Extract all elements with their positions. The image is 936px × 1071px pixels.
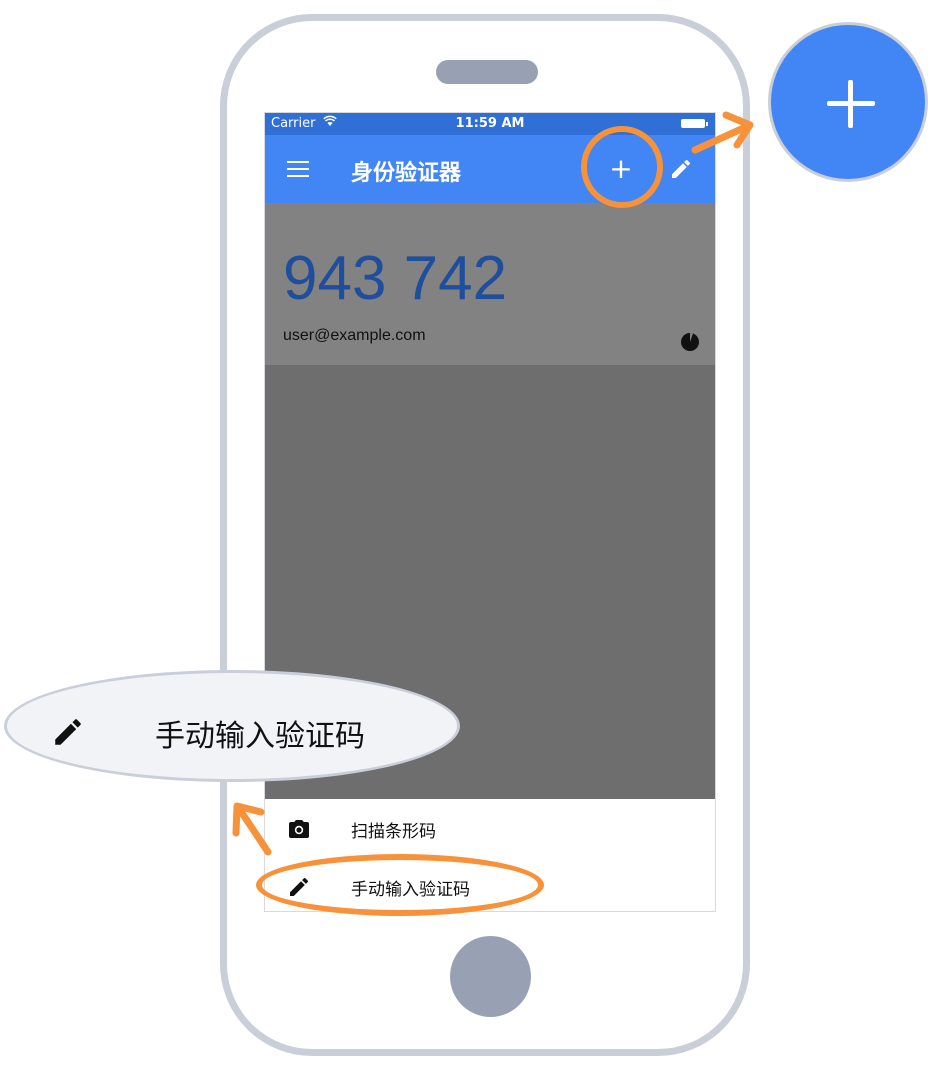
camera-icon xyxy=(287,817,311,841)
scan-barcode-label: 扫描条形码 xyxy=(351,822,436,842)
account-email: user@example.com xyxy=(283,327,426,344)
battery-icon xyxy=(681,119,708,128)
home-button[interactable] xyxy=(450,936,531,1017)
code-card[interactable]: 943 742 user@example.com xyxy=(265,203,715,365)
manual-entry-highlight xyxy=(256,854,544,916)
add-fab-callout xyxy=(768,22,928,182)
plus-icon-stem xyxy=(848,80,853,128)
scan-barcode-item[interactable]: 扫描条形码 xyxy=(265,799,715,857)
phone-screen: Carrier 11:59 AM 身份验证器 + 943 742 user@ex… xyxy=(264,112,716,912)
status-time: 11:59 AM xyxy=(455,116,525,131)
edit-icon[interactable] xyxy=(669,157,693,181)
countdown-timer-icon xyxy=(681,332,699,351)
add-button-highlight xyxy=(581,126,663,208)
phone-speaker xyxy=(436,60,538,84)
status-bar: Carrier 11:59 AM xyxy=(265,113,715,135)
menu-icon[interactable] xyxy=(287,161,309,177)
pencil-icon xyxy=(51,715,85,749)
verification-code: 943 742 xyxy=(283,244,508,313)
manual-entry-callout: 手动输入验证码 xyxy=(4,670,460,782)
app-title: 身份验证器 xyxy=(351,161,462,186)
manual-entry-callout-label: 手动输入验证码 xyxy=(155,719,365,754)
